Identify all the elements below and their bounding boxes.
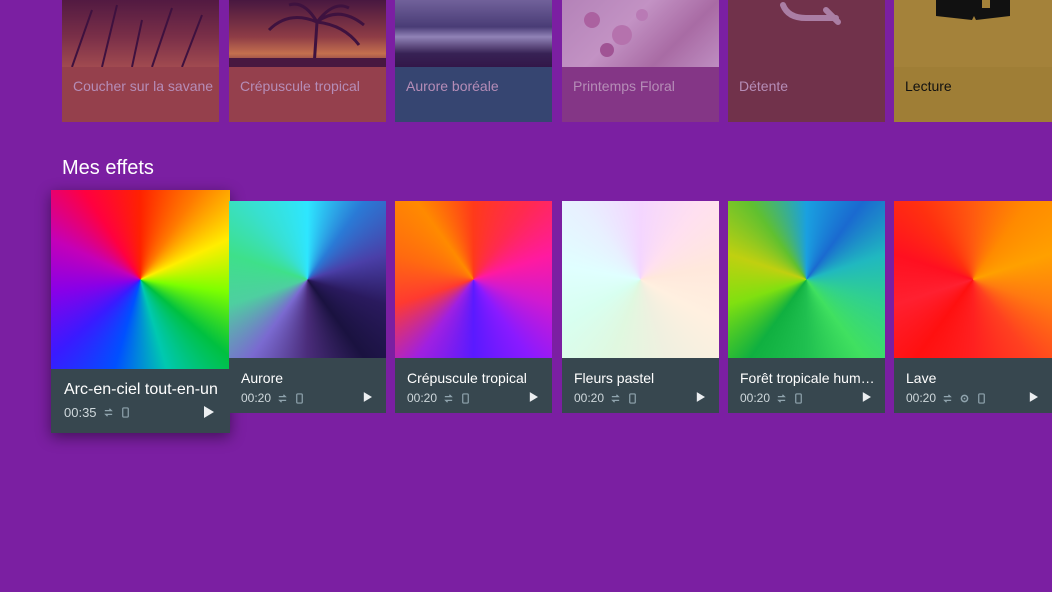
effect-duration: 00:20 bbox=[740, 391, 771, 405]
effect-preview bbox=[562, 201, 719, 358]
effect-duration: 00:20 bbox=[407, 391, 438, 405]
gear-icon bbox=[960, 394, 969, 402]
scene-thumbnail bbox=[728, 0, 885, 67]
effect-name: Forêt tropicale humide bbox=[740, 370, 875, 386]
scene-label: Coucher sur la savane bbox=[73, 78, 214, 94]
scene-thumbnail bbox=[894, 0, 1052, 67]
phone-icon bbox=[121, 406, 129, 418]
play-icon[interactable] bbox=[696, 392, 705, 402]
repeat-icon bbox=[777, 393, 786, 403]
scene-label: Lecture bbox=[905, 78, 952, 94]
repeat-icon bbox=[444, 393, 453, 403]
play-icon[interactable] bbox=[203, 406, 214, 418]
effect-name: Crépuscule tropical bbox=[407, 370, 527, 386]
scene-card-detente[interactable]: Détente bbox=[728, 0, 885, 122]
effect-meta: 00:20 bbox=[906, 391, 987, 405]
repeat-icon bbox=[943, 393, 952, 403]
section-title: Mes effets bbox=[62, 157, 154, 179]
effect-name: Arc-en-ciel tout-en-un bbox=[64, 381, 218, 398]
scene-card-printemps[interactable]: Printemps Floral bbox=[562, 0, 719, 122]
scene-label: Crépuscule tropical bbox=[240, 78, 360, 94]
phone-icon bbox=[629, 392, 636, 404]
scene-label: Aurore boréale bbox=[406, 78, 499, 94]
scene-label: Printemps Floral bbox=[573, 78, 675, 94]
effect-meta: 00:20 bbox=[407, 391, 471, 405]
effect-preview bbox=[395, 201, 552, 358]
effect-card-arc-en-ciel[interactable]: Arc-en-ciel tout-en-un 00:35 bbox=[51, 190, 230, 433]
palm-silhouette bbox=[229, 2, 386, 68]
play-icon[interactable] bbox=[529, 392, 538, 402]
scene-label: Détente bbox=[739, 78, 789, 94]
flowers-illustration bbox=[584, 9, 648, 57]
effect-card-lave[interactable]: Lave 00:20 bbox=[894, 201, 1052, 413]
grass-silhouette bbox=[71, 4, 203, 68]
effect-preview bbox=[894, 201, 1052, 358]
effect-preview bbox=[728, 201, 885, 358]
phone-icon bbox=[296, 392, 303, 404]
effect-duration: 00:20 bbox=[241, 391, 272, 405]
repeat-icon bbox=[278, 393, 287, 403]
scene-card-crepuscule[interactable]: Crépuscule tropical bbox=[229, 0, 386, 122]
effect-card-crepuscule[interactable]: Crépuscule tropical 00:20 bbox=[395, 201, 552, 413]
scene-thumbnail bbox=[562, 0, 719, 67]
scene-thumbnail bbox=[62, 0, 219, 68]
effect-card-fleurs-pastel[interactable]: Fleurs pastel 00:20 bbox=[562, 201, 719, 413]
scene-card-lecture[interactable]: Lecture bbox=[894, 0, 1052, 122]
scene-thumbnail bbox=[395, 0, 552, 67]
wand-icon bbox=[780, 2, 841, 25]
phone-icon bbox=[795, 392, 802, 404]
play-icon[interactable] bbox=[1029, 392, 1038, 402]
effect-meta: 00:20 bbox=[740, 391, 804, 405]
effect-preview bbox=[51, 190, 230, 369]
play-icon[interactable] bbox=[363, 392, 372, 402]
phone-icon bbox=[462, 392, 469, 404]
effect-meta: 00:20 bbox=[241, 391, 305, 405]
effect-preview bbox=[229, 201, 386, 358]
effect-meta: 00:20 bbox=[574, 391, 638, 405]
effect-duration: 00:20 bbox=[906, 391, 937, 405]
scene-card-aurore-boreale[interactable]: Aurore boréale bbox=[395, 0, 552, 122]
repeat-icon bbox=[611, 393, 620, 403]
effect-name: Fleurs pastel bbox=[574, 370, 655, 386]
phone-icon bbox=[978, 392, 985, 404]
scenes-row: Coucher sur la savane Crépuscule tropica… bbox=[0, 0, 1052, 123]
effect-name: Aurore bbox=[241, 370, 284, 386]
effect-meta: 00:35 bbox=[64, 404, 131, 420]
effect-duration: 00:20 bbox=[574, 391, 605, 405]
scene-card-savane[interactable]: Coucher sur la savane bbox=[62, 0, 219, 122]
effect-duration: 00:35 bbox=[64, 404, 97, 420]
effect-card-aurore[interactable]: Aurore 00:20 bbox=[229, 201, 386, 413]
effect-name: Lave bbox=[906, 370, 937, 386]
book-icon bbox=[936, 0, 1010, 20]
play-icon[interactable] bbox=[862, 392, 871, 402]
repeat-icon bbox=[103, 407, 113, 417]
scene-thumbnail bbox=[229, 0, 386, 68]
effect-card-foret-tropicale[interactable]: Forêt tropicale humide 00:20 bbox=[728, 201, 885, 413]
